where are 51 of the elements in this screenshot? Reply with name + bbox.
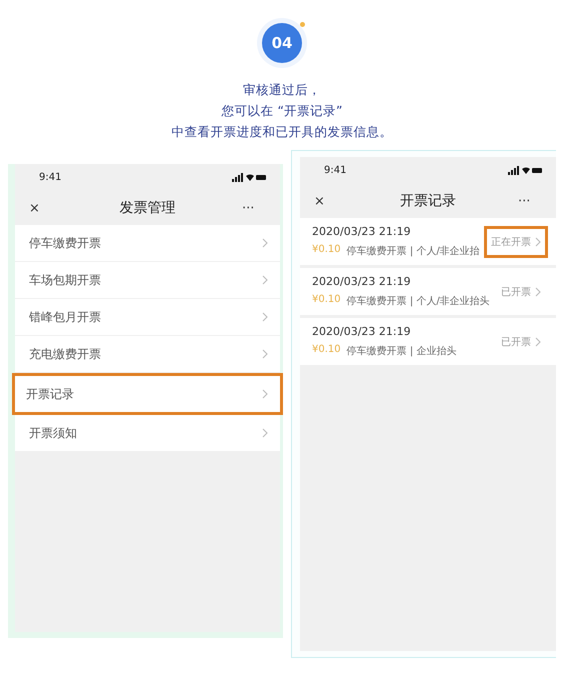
menu-label: 错峰包月开票 bbox=[29, 308, 101, 326]
close-button[interactable]: × bbox=[29, 200, 53, 216]
record-detail: 停车缴费开票 | 企业抬头 bbox=[346, 344, 456, 358]
status-icons bbox=[508, 166, 542, 175]
record-datetime: 2020/03/23 21:19 bbox=[312, 325, 412, 338]
record-datetime: 2020/03/23 21:19 bbox=[312, 225, 412, 238]
chevron-icon bbox=[535, 286, 541, 296]
menu-label: 开票须知 bbox=[29, 424, 77, 442]
status-label: 已开票 bbox=[501, 286, 531, 298]
menu-item[interactable]: 开票记录 bbox=[12, 373, 283, 415]
step-text: 审核通过后， bbox=[243, 82, 321, 98]
record-datetime: 2020/03/23 21:19 bbox=[312, 275, 412, 288]
chevron-icon bbox=[535, 336, 541, 346]
chevron-icon bbox=[262, 275, 268, 285]
invoice-record[interactable]: 2020/03/23 21:19 ¥0.10 停车缴费开票 | 企业抬头 已开票 bbox=[300, 318, 556, 365]
chevron-icon bbox=[262, 312, 268, 322]
page-title: 开票记录 bbox=[400, 192, 456, 210]
step-text: 中查看开票进度和已开具的发票信息。 bbox=[172, 124, 392, 140]
record-amount: ¥0.10 bbox=[312, 344, 341, 357]
chevron-icon bbox=[535, 236, 541, 246]
close-button[interactable]: × bbox=[314, 194, 338, 208]
page-title: 发票管理 bbox=[120, 199, 176, 217]
record-amount: ¥0.10 bbox=[312, 244, 341, 257]
menu-label: 停车缴费开票 bbox=[29, 234, 101, 252]
invoice-record[interactable]: 2020/03/23 21:19 ¥0.10 停车缴费开票 | 个人/非企业抬头 已开票 bbox=[300, 268, 556, 315]
more-button[interactable]: ··· bbox=[242, 200, 266, 216]
dot-icon bbox=[300, 22, 305, 27]
chevron-icon bbox=[262, 389, 268, 399]
menu-item[interactable]: 开票须知 bbox=[15, 415, 280, 452]
status-time: 9:41 bbox=[324, 165, 346, 176]
chevron-icon bbox=[262, 238, 268, 248]
step-text: 您可以在 “开票记录” bbox=[222, 103, 342, 119]
step-number: 04 bbox=[262, 23, 302, 63]
more-button[interactable]: ··· bbox=[518, 194, 542, 208]
record-detail: 停车缴费开票 | 个人/非企业抬头 bbox=[346, 294, 490, 308]
status-label: 已开票 bbox=[501, 336, 531, 348]
menu-item[interactable]: 错峰包月开票 bbox=[15, 299, 280, 336]
menu-label: 充电缴费开票 bbox=[29, 346, 101, 362]
chevron-icon bbox=[262, 428, 268, 438]
menu-label: 车场包期开票 bbox=[29, 272, 101, 288]
status-label: 正在开票 bbox=[491, 236, 531, 248]
status-icons bbox=[232, 173, 266, 182]
status-time: 9:41 bbox=[39, 172, 62, 183]
record-detail: 停车缴费开票 | 个人/非企业抬 bbox=[346, 244, 480, 258]
menu-item[interactable]: 车场包期开票 bbox=[15, 262, 280, 299]
menu-item[interactable]: 充电缴费开票 bbox=[15, 336, 280, 373]
invoice-record[interactable]: 2020/03/23 21:19 ¥0.10 停车缴费开票 | 个人/非企业抬 正在开票 bbox=[300, 218, 556, 265]
menu-label: 开票记录 bbox=[26, 386, 74, 402]
record-amount: ¥0.10 bbox=[312, 294, 341, 307]
menu-item[interactable]: 停车缴费开票 bbox=[15, 225, 280, 262]
chevron-icon bbox=[262, 349, 268, 359]
